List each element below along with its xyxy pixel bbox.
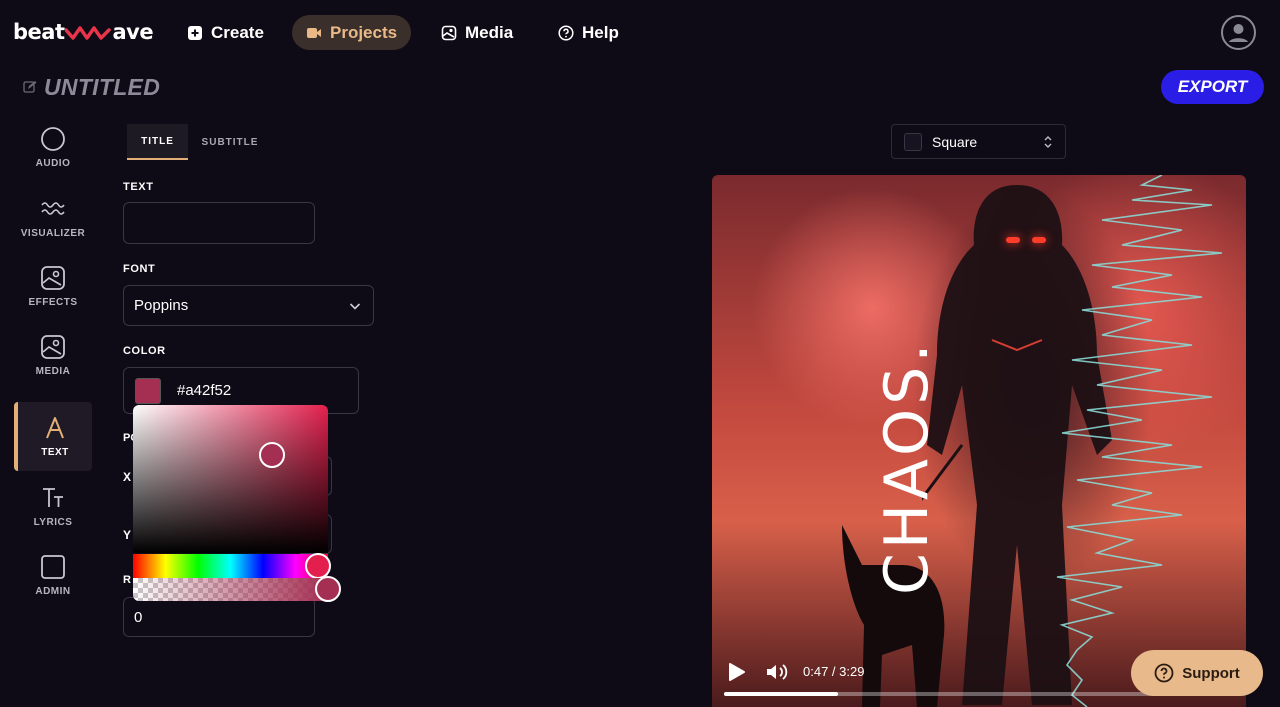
audio-waveform (1056, 175, 1223, 707)
overlay-title-text: CHAOS. (872, 339, 942, 595)
plus-square-icon (188, 25, 202, 40)
sidebar-item-label: LYRICS (33, 517, 73, 528)
media-icon (441, 25, 457, 40)
circle-icon (41, 127, 65, 151)
logo-text-left: beat (13, 20, 65, 44)
sidebar-item-label: EFFECTS (28, 297, 78, 308)
playback-time: 0:47 / 3:29 (803, 664, 865, 679)
logo-text-right: ave (112, 20, 154, 44)
help-circle-icon (1154, 663, 1174, 683)
sidebar-item-label: ADMIN (35, 586, 71, 597)
color-hex-value: #a42f52 (177, 382, 232, 399)
chevron-up-down-icon (1044, 136, 1052, 148)
color-field-label: COLOR (123, 345, 166, 357)
saturation-handle[interactable] (259, 442, 285, 468)
sidebar-item-visualizer[interactable]: VISUALIZER (14, 183, 92, 252)
aspect-ratio-value: Square (932, 133, 978, 150)
edit-icon[interactable] (23, 80, 37, 94)
volume-icon[interactable] (766, 662, 788, 682)
font-field-label: FONT (123, 263, 156, 275)
text-input[interactable] (123, 202, 315, 244)
wave-icon (41, 202, 65, 215)
project-title[interactable]: UNTITLED (44, 74, 160, 101)
nav-help-label: Help (582, 22, 619, 42)
sidebar-item-admin[interactable]: ADMIN (14, 541, 92, 610)
nav-projects[interactable]: Projects (292, 15, 412, 50)
color-picker (133, 405, 341, 602)
support-button[interactable]: Support (1131, 650, 1263, 696)
progress-fill (724, 692, 839, 696)
export-button[interactable]: EXPORT (1161, 70, 1264, 104)
text-a-icon (46, 417, 64, 439)
sidebar-item-label: TEXT (41, 447, 69, 458)
tab-title[interactable]: TITLE (127, 124, 188, 160)
effects-icon (41, 266, 65, 290)
rotation-value: 0 (134, 608, 143, 626)
nav-projects-label: Projects (330, 22, 398, 42)
chevron-down-icon (349, 303, 361, 310)
saturation-area[interactable] (133, 405, 328, 553)
rotation-input[interactable]: 0 (123, 597, 315, 637)
sidebar-item-audio[interactable]: AUDIO (14, 113, 92, 182)
sidebar-item-effects[interactable]: EFFECTS (14, 252, 92, 321)
nav-create[interactable]: Create (173, 15, 278, 50)
play-icon[interactable] (728, 662, 746, 682)
avatar[interactable] (1221, 15, 1256, 50)
user-icon (1229, 24, 1248, 42)
video-preview[interactable]: CHAOS. 0:47 / 3:29 (712, 175, 1246, 707)
hue-slider[interactable] (133, 554, 328, 578)
square-icon (41, 555, 65, 579)
color-swatch[interactable] (135, 377, 161, 404)
logo-wave-icon (65, 26, 112, 40)
nav-help[interactable]: Help (544, 15, 633, 50)
nav-create-label: Create (211, 22, 264, 42)
y-label: Y (123, 528, 132, 542)
aspect-ratio-select[interactable]: Square (891, 124, 1066, 159)
figure-eye-left (1006, 237, 1020, 243)
aspect-square-icon (904, 132, 922, 151)
alpha-slider[interactable] (133, 578, 328, 601)
top-nav: beat ave Create Projects Media Help (0, 0, 1280, 64)
video-camera-icon (307, 27, 321, 38)
sidebar-item-label: AUDIO (35, 158, 71, 169)
tab-subtitle[interactable]: SUBTITLE (194, 124, 266, 160)
x-label: X (123, 470, 132, 484)
font-select-value: Poppins (134, 297, 189, 314)
alpha-handle[interactable] (315, 576, 341, 602)
nav-media-label: Media (465, 22, 514, 42)
sidebar-item-text[interactable]: TEXT (14, 402, 92, 471)
rotation-field-label: R (123, 574, 131, 586)
sidebar-item-lyrics[interactable]: LYRICS (14, 472, 92, 541)
media-icon (41, 335, 65, 359)
text-field-label: TEXT (123, 181, 154, 193)
font-select[interactable]: Poppins (123, 285, 374, 326)
sidebar-item-media[interactable]: MEDIA (14, 321, 92, 390)
sidebar-item-label: VISUALIZER (20, 228, 86, 239)
lyrics-icon (43, 488, 63, 507)
sidebar-item-label: MEDIA (35, 366, 71, 377)
help-circle-icon (558, 24, 574, 41)
support-label: Support (1182, 664, 1240, 682)
beatwave-logo[interactable]: beat ave (13, 20, 154, 44)
nav-media[interactable]: Media (427, 15, 527, 50)
